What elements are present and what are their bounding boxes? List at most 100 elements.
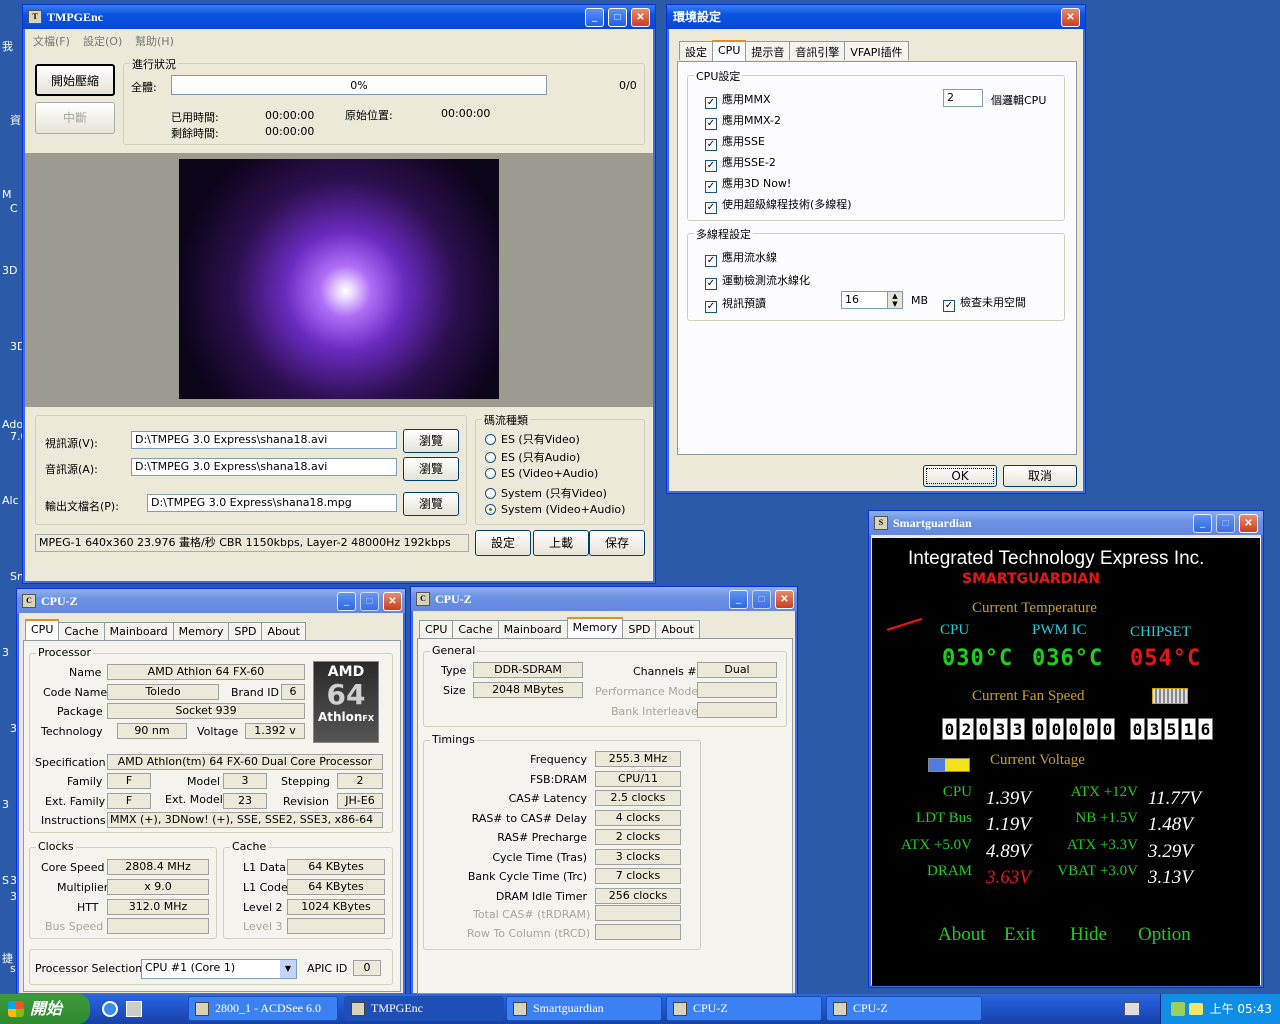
stream-option[interactable]: System (只有Video) <box>485 485 607 501</box>
exit-link[interactable]: Exit <box>1004 924 1036 946</box>
cpu-option-checkbox[interactable]: ✓ 應用MMX <box>705 91 771 109</box>
start-button[interactable]: 開始 <box>0 994 90 1024</box>
tab-memory[interactable]: Memory <box>172 622 230 641</box>
load-button[interactable]: 上載 <box>533 530 589 556</box>
tab-spd[interactable]: SPD <box>622 620 657 639</box>
task-app-icon <box>673 1002 687 1016</box>
tab-4[interactable]: VFAPI插件 <box>844 41 909 60</box>
desktop-icon-label[interactable]: 3 <box>2 798 9 811</box>
taskbar-button[interactable]: CPU-Z <box>826 996 982 1021</box>
stream-option[interactable]: System (Video+Audio) <box>485 503 625 516</box>
taskbar-button[interactable]: CPU-Z <box>666 996 822 1021</box>
video-browse-button[interactable]: 瀏覽 <box>403 429 459 453</box>
cpu-option-checkbox[interactable]: ✓ 應用MMX-2 <box>705 112 781 130</box>
desktop-icon-label[interactable]: S <box>2 874 9 887</box>
title-bar[interactable]: T TMPGEnc _ □ ✕ <box>23 5 655 29</box>
title-bar[interactable]: S Smartguardian _ □ ✕ <box>869 511 1263 535</box>
tab-0[interactable]: 設定 <box>679 41 713 60</box>
cpu-option-checkbox[interactable]: ✓ 使用超級線程技術(多線程) <box>705 196 852 214</box>
maximize-button[interactable]: □ <box>608 8 627 27</box>
desktop-icon-label[interactable]: C <box>10 202 18 215</box>
tab-memory[interactable]: Memory <box>566 617 624 639</box>
fan-digit: 0 <box>1049 718 1064 740</box>
tab-1[interactable]: CPU <box>712 40 747 62</box>
spin-arrows-icon[interactable]: ▲ ▼ <box>887 291 903 309</box>
quicklaunch-app-icon[interactable] <box>126 1001 142 1017</box>
start-encode-button[interactable]: 開始壓縮 <box>35 64 115 96</box>
title-bar[interactable]: C CPU-Z _ □ ✕ <box>411 587 797 611</box>
title-bar[interactable]: C CPU-Z _ □ ✕ <box>17 589 405 613</box>
audio-source-input[interactable]: D:\TMPEG 3.0 Express\shana18.avi <box>131 458 397 476</box>
minimize-button[interactable]: _ <box>729 590 748 609</box>
tab-cpu[interactable]: CPU <box>25 619 60 641</box>
maximize-button[interactable]: □ <box>752 590 771 609</box>
desktop-icon-label[interactable]: 3D <box>2 264 17 277</box>
audio-browse-button[interactable]: 瀏覽 <box>403 457 459 481</box>
minimize-button[interactable]: _ <box>337 592 356 611</box>
cpu-option-checkbox[interactable]: ✓ 應用SSE <box>705 133 765 151</box>
desktop-icon-label[interactable]: 資 <box>10 112 21 128</box>
tab-about[interactable]: About <box>655 620 700 639</box>
processor-selection-dropdown[interactable]: CPU #1 (Core 1) ▼ <box>141 959 297 979</box>
taskbar-button[interactable]: 2800_1 - ACDSee 6.0 <box>188 996 338 1021</box>
ie-icon[interactable] <box>102 1001 118 1017</box>
voltage-label-2: ATX +3.3V <box>1067 837 1138 853</box>
desktop-icon-label[interactable]: 3 <box>2 646 9 659</box>
stop-button[interactable]: 中斷 <box>35 102 115 134</box>
multithread-option-checkbox[interactable]: ✓ 應用流水線 <box>705 249 777 267</box>
taskbar-button[interactable]: TMPGEnc <box>344 996 504 1021</box>
save-button[interactable]: 保存 <box>589 530 645 556</box>
close-button[interactable]: ✕ <box>775 590 794 609</box>
output-browse-button[interactable]: 瀏覽 <box>403 492 459 516</box>
stream-option[interactable]: ES (Video+Audio) <box>485 467 598 480</box>
tray-volume-icon[interactable] <box>1189 1003 1203 1015</box>
tab-cache[interactable]: Cache <box>452 620 499 639</box>
menu-help[interactable]: 幫助(H) <box>135 33 174 49</box>
menu-settings[interactable]: 設定(O) <box>83 33 122 49</box>
tab-2[interactable]: 提示音 <box>745 41 791 60</box>
stream-option[interactable]: ES (只有Audio) <box>485 449 580 465</box>
menu-file[interactable]: 文檔(F) <box>33 33 70 49</box>
maximize-button[interactable]: □ <box>360 592 379 611</box>
maximize-button[interactable]: □ <box>1216 514 1235 533</box>
tray-network-icon[interactable] <box>1171 1002 1185 1016</box>
video-source-input[interactable]: D:\TMPEG 3.0 Express\shana18.avi <box>131 431 397 449</box>
close-button[interactable]: ✕ <box>631 8 650 27</box>
cpu-option-checkbox[interactable]: ✓ 應用SSE-2 <box>705 154 776 172</box>
preread-spin-input[interactable]: 16 <box>841 291 893 309</box>
ok-button[interactable]: OK <box>923 465 997 487</box>
taskbar-button[interactable]: Smartguardian <box>506 996 662 1021</box>
tab-3[interactable]: 音訊引擎 <box>789 41 846 60</box>
cancel-button[interactable]: 取消 <box>1003 465 1077 487</box>
cpu-count-input[interactable]: 2 <box>943 89 983 107</box>
tab-mainboard[interactable]: Mainboard <box>103 622 174 641</box>
title-bar[interactable]: 環境設定 ✕ <box>667 5 1085 29</box>
chevron-down-icon[interactable]: ▼ <box>280 960 296 978</box>
multithread-option-checkbox[interactable]: ✓ 視訊預讀 <box>705 295 766 313</box>
minimize-button[interactable]: _ <box>1193 514 1212 533</box>
minimize-button[interactable]: _ <box>585 8 604 27</box>
desktop-icon-label[interactable]: Alc <box>2 494 19 507</box>
close-button[interactable]: ✕ <box>383 592 402 611</box>
timing-value: 3 clocks <box>595 848 681 865</box>
tab-cache[interactable]: Cache <box>58 622 105 641</box>
output-input[interactable]: D:\TMPEG 3.0 Express\shana18.mpg <box>147 494 397 512</box>
close-button[interactable]: ✕ <box>1061 8 1080 27</box>
keyboard-icon[interactable] <box>1124 1002 1140 1016</box>
tab-mainboard[interactable]: Mainboard <box>497 620 568 639</box>
option-link[interactable]: Option <box>1138 924 1191 946</box>
settings-button[interactable]: 設定 <box>475 530 531 556</box>
hide-link[interactable]: Hide <box>1070 924 1107 946</box>
stream-option[interactable]: ES (只有Video) <box>485 431 580 447</box>
desktop-icon-label[interactable]: M <box>2 188 12 201</box>
close-button[interactable]: ✕ <box>1239 514 1258 533</box>
desktop-icon-label[interactable]: 我 <box>2 38 13 54</box>
about-link[interactable]: About <box>938 924 986 946</box>
tab-cpu[interactable]: CPU <box>419 620 454 639</box>
multithread-option-checkbox[interactable]: ✓ 運動檢測流水線化 <box>705 272 810 290</box>
name-value: AMD Athlon 64 FX-60 <box>107 664 305 680</box>
cpu-option-checkbox[interactable]: ✓ 應用3D Now! <box>705 175 791 193</box>
check-free-space-checkbox[interactable]: ✓ 檢查未用空間 <box>943 294 1026 312</box>
tab-spd[interactable]: SPD <box>228 622 263 641</box>
tab-about[interactable]: About <box>261 622 306 641</box>
